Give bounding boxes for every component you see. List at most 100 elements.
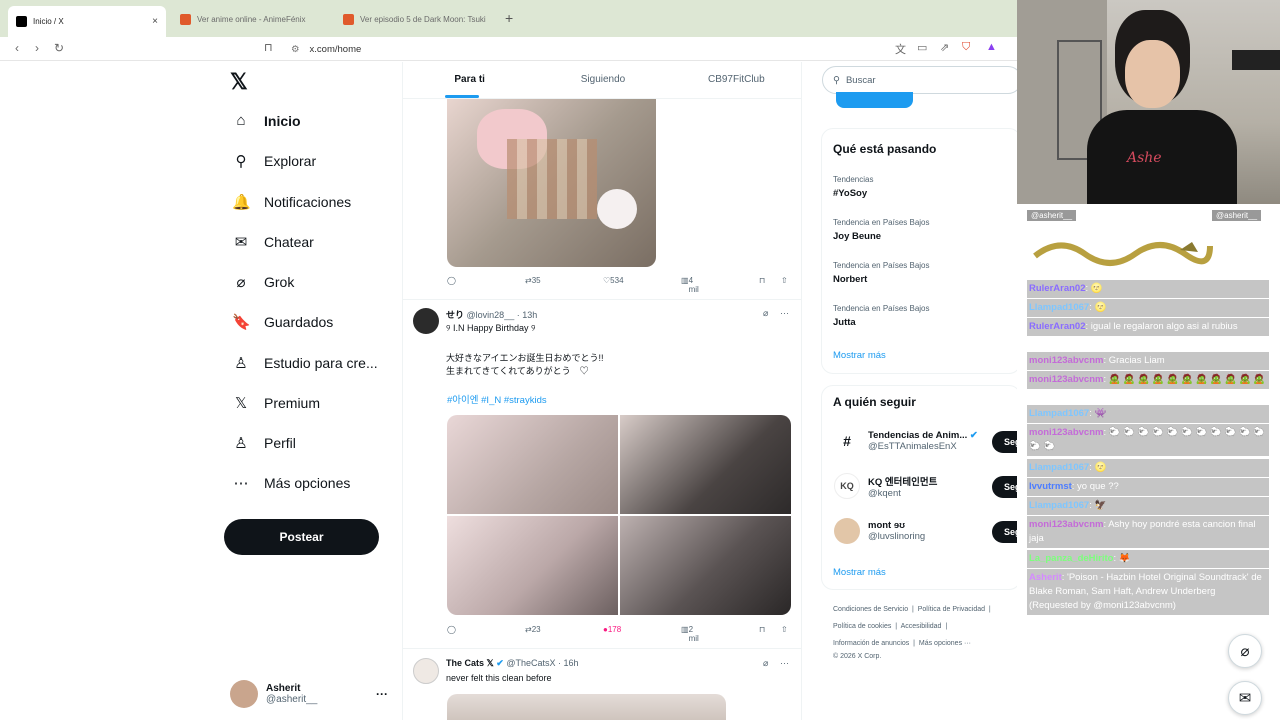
screenshot-icon[interactable]: ▭: [917, 41, 927, 54]
tab-inicio-x[interactable]: Inicio / X ×: [8, 6, 166, 37]
more-circle-icon: ⋯: [233, 475, 249, 492]
trend-item[interactable]: Jutta: [833, 317, 856, 328]
sidebar-item-notificaciones[interactable]: 🔔 Notificaciones: [232, 193, 351, 211]
chat-text: : 🦅: [1089, 500, 1107, 511]
back-icon[interactable]: ‹: [15, 41, 19, 55]
post-button[interactable]: Postear: [224, 519, 379, 555]
forward-icon[interactable]: ›: [35, 41, 39, 55]
show-more-link[interactable]: Mostrar más: [833, 350, 886, 361]
translate-icon[interactable]: 文: [895, 41, 906, 57]
reply-icon[interactable]: ◯: [447, 625, 456, 634]
account-switcher[interactable]: Asherit @asherit__: [230, 680, 317, 708]
sidebar-item-inicio[interactable]: ⌂ Inicio: [232, 112, 300, 129]
footer-link[interactable]: Política de cookies: [833, 623, 891, 630]
avatar[interactable]: [413, 308, 439, 334]
sidebar-item-label: Estudio para cre...: [264, 355, 378, 371]
trend-item[interactable]: #YoSoy: [833, 188, 867, 199]
reload-icon[interactable]: ↻: [54, 41, 64, 55]
grok-icon[interactable]: ⌀: [763, 658, 768, 669]
sidebar-item-explorar[interactable]: ⚲ Explorar: [232, 152, 317, 170]
more-dots-icon[interactable]: ···: [376, 687, 388, 701]
media-image[interactable]: [620, 516, 791, 615]
footer-link[interactable]: Más opciones ···: [919, 640, 971, 647]
search-input[interactable]: ⚲ Buscar: [822, 66, 1022, 94]
messages-fab-icon[interactable]: ✉: [1228, 681, 1262, 715]
tweet-author[interactable]: The Cats 𝕏 ✔ @TheCatsX · 16h: [446, 658, 579, 669]
x-logo-icon[interactable]: 𝕏: [230, 69, 248, 95]
retweet-button[interactable]: ⇄ 35: [525, 276, 541, 285]
footer-link[interactable]: Condiciones de Servicio: [833, 606, 908, 613]
rewards-icon[interactable]: ▲: [986, 41, 997, 53]
sidebar-item-guardados[interactable]: 🔖 Guardados: [232, 313, 333, 331]
sidebar-item-chatear[interactable]: ✉ Chatear: [232, 233, 314, 251]
trend-item[interactable]: Joy Beune: [833, 231, 881, 242]
subscribe-button[interactable]: [836, 92, 913, 108]
bookmark-icon[interactable]: ⊓: [759, 625, 765, 634]
search-icon: ⚲: [235, 153, 247, 170]
footer-link[interactable]: Política de Privacidad: [918, 606, 985, 613]
reply-icon[interactable]: ◯: [447, 276, 456, 285]
follow-name: mont ɘʊ: [868, 520, 906, 531]
footer-link[interactable]: Accesibilidad: [901, 623, 942, 630]
sidebar-item-perfil[interactable]: ♙ Perfil: [232, 434, 296, 452]
tweet-author[interactable]: せり @lovin28__ · 13h: [446, 308, 537, 321]
browser-tab-bar: Inicio / X × Ver anime online - AnimeFén…: [0, 0, 1017, 37]
more-dots-icon[interactable]: ···: [780, 308, 789, 318]
grok-fab-icon[interactable]: ⌀: [1228, 634, 1262, 668]
avatar[interactable]: [413, 658, 439, 684]
site-info-icon[interactable]: ⚙: [291, 44, 300, 55]
trend-context: Tendencia en Países Bajos: [833, 218, 930, 227]
hashtag-links[interactable]: #아이엔 #I_N #straykids: [447, 392, 547, 406]
tab-animefenix[interactable]: Ver anime online - AnimeFénix: [180, 6, 330, 33]
media-image[interactable]: [447, 415, 618, 514]
bookmark-icon[interactable]: ⊓: [759, 276, 765, 285]
tab-para-ti[interactable]: Para ti: [403, 62, 536, 98]
tweet-text: ୨ I.N Happy Birthday ୨: [446, 323, 536, 333]
view-count: 4 mil: [688, 276, 699, 294]
avatar: KQ: [834, 473, 860, 499]
x-favicon-icon: [16, 16, 27, 27]
keyboard-shape: [1232, 50, 1280, 70]
follow-suggestion[interactable]: # Tendencias de Anim... ✔ @EsTTAnimalesE…: [834, 428, 978, 454]
like-button[interactable]: ● 178: [603, 625, 621, 634]
follow-suggestion[interactable]: KQ KQ 엔터테인먼트 @kqent: [834, 473, 937, 499]
share-icon[interactable]: ⇧: [781, 625, 788, 634]
tweet-time: · 16h: [558, 658, 579, 668]
streamer-shirt: [1087, 110, 1237, 204]
brave-shield-icon[interactable]: ⛉: [962, 41, 970, 54]
footer-link[interactable]: Información de anuncios: [833, 640, 909, 647]
sidebar-item-mas-opciones[interactable]: ⋯ Más opciones: [232, 474, 351, 492]
sidebar-item-grok[interactable]: ⌀ Grok: [232, 273, 294, 291]
post-image[interactable]: [447, 694, 726, 720]
chat-message: Llampad1067: 🌝: [1027, 299, 1269, 317]
tab-cb97fitclub[interactable]: CB97FitClub: [670, 62, 801, 98]
share-icon[interactable]: ⇗: [940, 41, 949, 54]
more-dots-icon[interactable]: ···: [780, 658, 789, 668]
media-image[interactable]: [620, 415, 791, 514]
trends-title: Qué está pasando: [833, 142, 937, 156]
trend-item[interactable]: Norbert: [833, 274, 867, 285]
views-button[interactable]: ▥ 2 mil: [681, 625, 699, 643]
show-more-link[interactable]: Mostrar más: [833, 567, 886, 578]
footer-links: Política de cookies | Accesibilidad |: [833, 623, 948, 630]
chat-message: La_panza_deHirito: 🦊: [1027, 550, 1269, 568]
views-button[interactable]: ▥ 4 mil: [681, 276, 699, 294]
tab-dark-moon[interactable]: Ver episodio 5 de Dark Moon: Tsuki: [343, 6, 493, 33]
follow-suggestion[interactable]: mont ɘʊ @luvslinoring: [834, 518, 925, 544]
verified-badge-icon: ✔: [496, 658, 504, 668]
post-image[interactable]: [447, 99, 656, 267]
like-button[interactable]: ♡ 534: [603, 276, 624, 285]
close-tab-icon[interactable]: ×: [152, 16, 158, 27]
media-image[interactable]: [447, 516, 618, 615]
retweet-button[interactable]: ⇄ 23: [525, 625, 541, 634]
share-icon[interactable]: ⇧: [781, 276, 788, 285]
tab-siguiendo[interactable]: Siguiendo: [536, 62, 669, 98]
sidebar-item-premium[interactable]: 𝕏 Premium: [232, 394, 320, 412]
chat-user: Asherit: [1029, 572, 1062, 583]
bookmark-icon[interactable]: ⊓: [264, 41, 273, 54]
grok-icon[interactable]: ⌀: [763, 308, 768, 319]
sidebar-item-estudio[interactable]: ♙ Estudio para cre...: [232, 354, 378, 372]
sidebar-item-label: Chatear: [264, 234, 314, 250]
new-tab-button[interactable]: +: [505, 10, 513, 26]
chat-message: Llampad1067: 👾: [1027, 405, 1269, 423]
